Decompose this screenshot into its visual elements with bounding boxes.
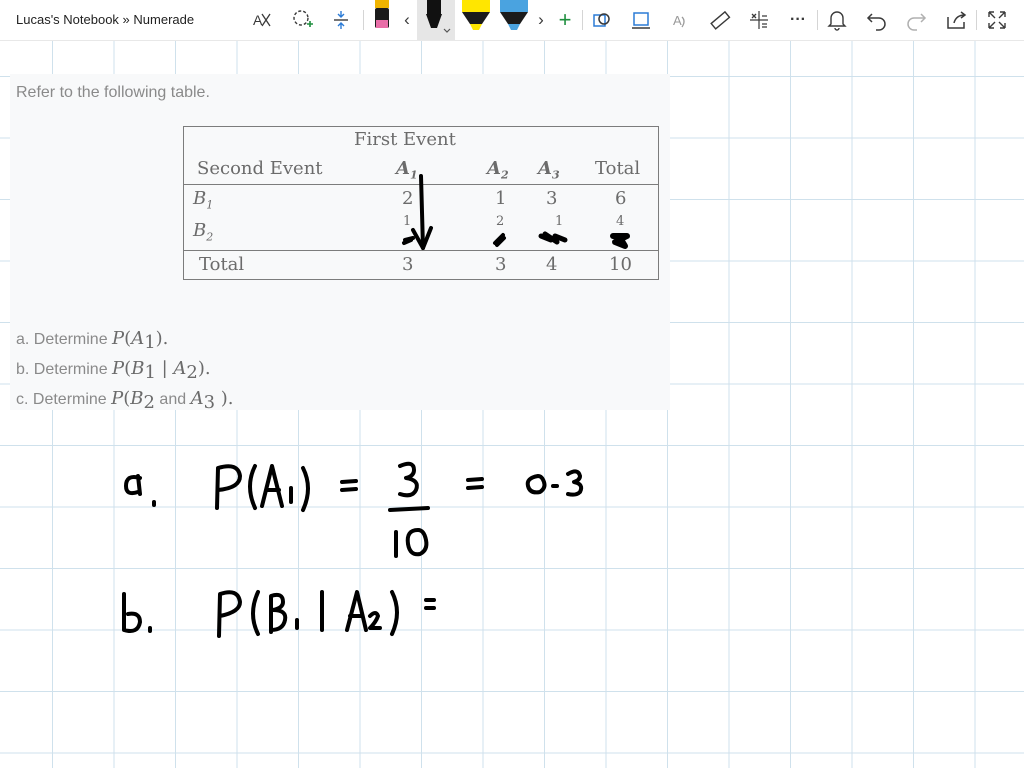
ink-to-text-icon[interactable]: A bbox=[668, 6, 694, 34]
math-P: P bbox=[111, 388, 124, 410]
toolbar: Lucas's Notebook » Numerade A ‹ › + A ··… bbox=[0, 0, 1024, 41]
pen-black[interactable] bbox=[417, 0, 455, 40]
table-row-label: B2 bbox=[193, 220, 213, 244]
table-group-header: First Event bbox=[354, 129, 456, 150]
math-close: ). bbox=[215, 388, 234, 410]
highlighter-blue[interactable] bbox=[497, 0, 531, 40]
question-prefix: a. Determine bbox=[16, 331, 113, 348]
table-cell: 3 bbox=[546, 188, 558, 209]
math-close: ). bbox=[155, 328, 169, 349]
col-header-sub: 3 bbox=[551, 168, 560, 182]
math-var: B bbox=[130, 388, 144, 410]
app-title: Lucas's Notebook » Numerade bbox=[16, 12, 195, 27]
add-pen-icon[interactable]: + bbox=[552, 6, 578, 34]
share-icon[interactable] bbox=[943, 6, 969, 34]
problem-card: Refer to the following table. First Even… bbox=[10, 74, 670, 414]
row-label-sub: 1 bbox=[206, 198, 214, 212]
toolbar-separator bbox=[582, 10, 583, 30]
svg-text:A: A bbox=[673, 13, 682, 28]
col-header-sub: 1 bbox=[409, 168, 418, 182]
row-label-var: B bbox=[193, 220, 207, 241]
math-icon[interactable] bbox=[746, 6, 772, 34]
probability-table: First Event Second Event A1 A2 A3 Total … bbox=[183, 126, 659, 280]
toolbar-separator bbox=[363, 10, 364, 30]
redo-icon[interactable] bbox=[903, 6, 929, 34]
table-cell: 10 bbox=[609, 254, 632, 275]
table-col-header: A1 bbox=[396, 158, 418, 182]
insert-space-icon[interactable] bbox=[328, 6, 354, 34]
table-cell: 1 bbox=[495, 188, 507, 209]
col-header-var: A bbox=[396, 158, 410, 179]
scroll-right-label: › bbox=[538, 10, 544, 29]
toolbar-separator bbox=[817, 10, 818, 30]
math-P: P bbox=[112, 328, 125, 349]
table-col-header: A3 bbox=[538, 158, 560, 182]
problem-intro: Refer to the following table. bbox=[16, 84, 210, 101]
question-prefix: b. Determine bbox=[16, 361, 113, 379]
math-sub: 1 bbox=[144, 332, 156, 354]
question-a: a. Determine P(A1). bbox=[16, 326, 234, 356]
math-mid: | bbox=[155, 358, 174, 380]
add-pen-label: + bbox=[558, 7, 572, 32]
scroll-left-label: ‹ bbox=[404, 10, 410, 29]
table-row-label: B1 bbox=[193, 188, 213, 212]
math-var: A bbox=[190, 388, 204, 410]
table-cell: 1 bbox=[555, 214, 564, 229]
table-row-label: Total bbox=[199, 254, 245, 275]
question-b: b. Determine P(B1 | A2). bbox=[16, 356, 234, 386]
highlighter-yellow[interactable] bbox=[459, 0, 493, 40]
undo-icon[interactable] bbox=[864, 6, 890, 34]
question-c: c. Determine P(B2 and A3 ). bbox=[16, 386, 234, 416]
table-cell: 2 bbox=[402, 188, 414, 209]
math-var: A bbox=[173, 358, 187, 380]
col-header-var: A bbox=[487, 158, 501, 179]
table-cell: 4 bbox=[616, 214, 625, 229]
text-to-math-icon[interactable]: A bbox=[249, 6, 275, 34]
table-row-header: Second Event bbox=[197, 158, 323, 179]
math-sub: 2 bbox=[143, 392, 155, 414]
math-P: P bbox=[112, 358, 125, 380]
table-cell: 3 bbox=[495, 254, 507, 275]
math-var: B bbox=[131, 358, 145, 380]
more-icon[interactable]: ··· bbox=[785, 6, 811, 34]
question-prefix: c. Determine bbox=[16, 391, 112, 409]
scroll-left-icon[interactable]: ‹ bbox=[396, 6, 418, 34]
table-cell: 6 bbox=[615, 188, 627, 209]
col-header-sub: 2 bbox=[500, 168, 509, 182]
lasso-select-icon[interactable] bbox=[289, 6, 315, 34]
table-rule bbox=[184, 184, 658, 185]
table-cell: 2 bbox=[496, 214, 505, 229]
math-var: A bbox=[131, 328, 145, 349]
math-close: ). bbox=[197, 358, 211, 380]
notifications-icon[interactable] bbox=[824, 6, 850, 34]
table-cell: 3 bbox=[402, 254, 414, 275]
ruler-icon[interactable] bbox=[707, 6, 733, 34]
math-sub: 2 bbox=[186, 362, 198, 384]
row-label-sub: 2 bbox=[206, 230, 214, 244]
table-cell: 4 bbox=[546, 254, 558, 275]
question-mid: and bbox=[154, 391, 191, 409]
table-col-header: A2 bbox=[487, 158, 509, 182]
ink-to-shape-icon[interactable] bbox=[628, 6, 654, 34]
table-cell: 1 bbox=[403, 214, 412, 229]
toolbar-separator bbox=[976, 10, 977, 30]
pen-pink[interactable] bbox=[369, 0, 395, 40]
table-col-header: Total bbox=[595, 158, 641, 179]
col-header-var: A bbox=[538, 158, 552, 179]
fullscreen-icon[interactable] bbox=[984, 6, 1010, 34]
math-sub: 3 bbox=[203, 392, 216, 414]
scroll-right-icon[interactable]: › bbox=[530, 6, 552, 34]
question-list: a. Determine P(A1). b. Determine P(B1 | … bbox=[16, 326, 234, 417]
math-sub: 1 bbox=[144, 362, 156, 384]
more-label: ··· bbox=[790, 11, 806, 28]
shape-recognition-icon[interactable] bbox=[589, 6, 615, 34]
table-rule bbox=[184, 250, 658, 251]
row-label-var: B bbox=[193, 188, 207, 209]
